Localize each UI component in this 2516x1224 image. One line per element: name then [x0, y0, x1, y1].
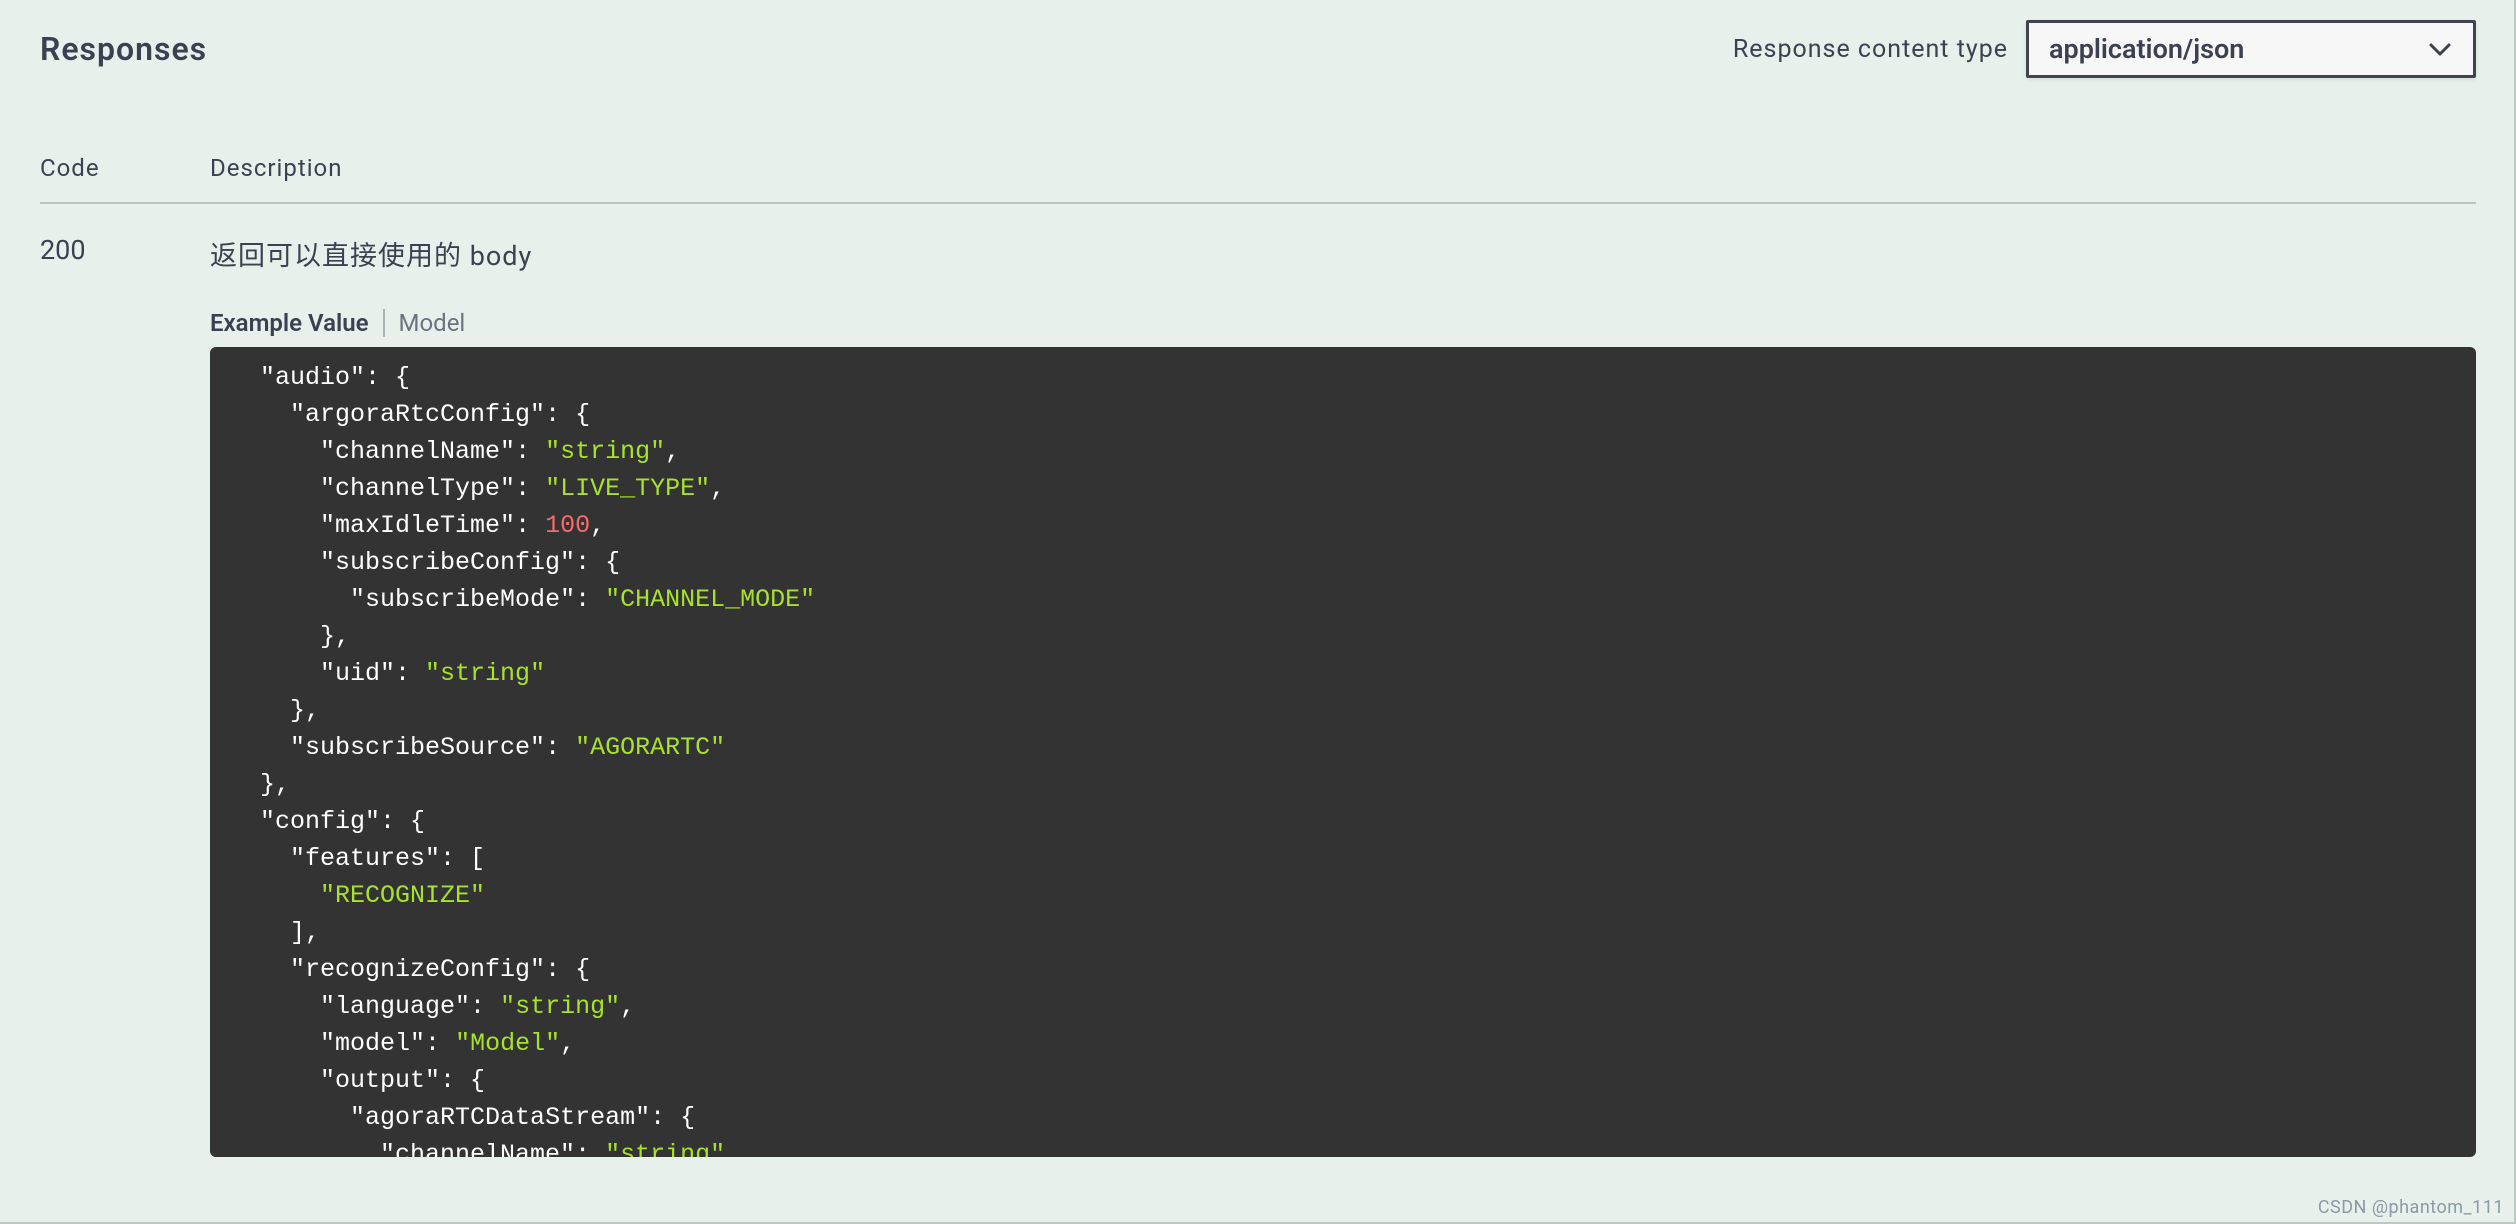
response-description: 返回可以直接使用的 body — [210, 234, 2476, 273]
content-type-select[interactable]: application/json — [2026, 20, 2476, 78]
response-row: 200 返回可以直接使用的 body Example Value Model "… — [40, 204, 2476, 1157]
description-column-header: Description — [210, 154, 2476, 182]
content-type-label: Response content type — [1733, 35, 2008, 64]
tab-separator — [383, 309, 385, 337]
tab-example-value[interactable]: Example Value — [210, 309, 383, 337]
responses-table-header: Code Description — [40, 136, 2476, 204]
response-description-block: 返回可以直接使用的 body Example Value Model "audi… — [210, 234, 2476, 1157]
example-json-block[interactable]: "audio": { "argoraRtcConfig": { "channel… — [210, 347, 2476, 1157]
responses-title: Responses — [40, 30, 207, 68]
watermark: CSDN @phantom_111 — [2318, 1197, 2504, 1218]
example-tabs: Example Value Model — [210, 309, 2476, 337]
code-column-header: Code — [40, 154, 210, 182]
tab-model[interactable]: Model — [399, 309, 480, 337]
responses-header: Responses Response content type applicat… — [40, 20, 2476, 106]
chevron-down-icon — [2429, 42, 2451, 56]
content-type-value: application/json — [2049, 33, 2244, 65]
response-code: 200 — [40, 234, 210, 1157]
content-type-group: Response content type application/json — [1733, 20, 2476, 78]
